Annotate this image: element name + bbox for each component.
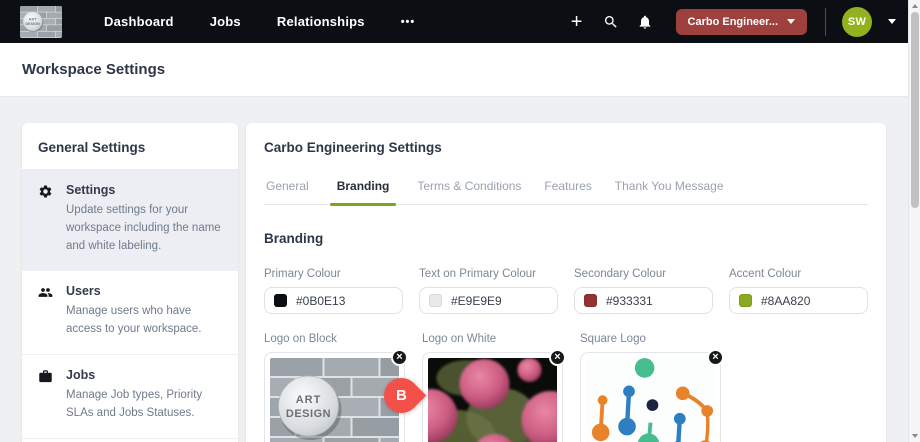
svg-text:ART: ART [296,394,322,406]
page-scrollbar[interactable] [908,0,920,442]
search-icon [603,14,619,30]
sidebar-item-label: Users [66,284,222,298]
scrollbar-down-arrow[interactable] [909,430,920,442]
logo-field-label: Logo on Block [264,333,405,345]
logo-field-label: Logo on White [422,333,563,345]
svg-text:ART: ART [29,17,38,21]
sidebar-item-users[interactable]: Users Manage users who have access to yo… [22,271,238,355]
close-icon: × [712,352,718,363]
color-hex-value: #8AA820 [761,294,810,308]
color-field-primary: Primary Colour #0B0E13 [264,268,403,314]
settings-sidebar: General Settings Settings Update setting… [22,123,238,442]
secondary-colour-input[interactable]: #933331 [574,287,713,314]
sidebar-item-jobs[interactable]: Jobs Manage Job types, Priority SLAs and… [22,355,238,439]
svg-text:DESIGN: DESIGN [25,21,40,25]
page-header: Workspace Settings [0,43,920,97]
plus-icon: + [571,12,583,32]
briefcase-icon [38,368,56,423]
color-hex-value: #E9E9E9 [451,294,502,308]
text-on-primary-colour-input[interactable]: #E9E9E9 [419,287,558,314]
chevron-down-icon [787,19,795,24]
color-hex-value: #933331 [606,294,653,308]
color-field-accent: Accent Colour #8AA820 [729,268,868,314]
branding-section-title: Branding [264,231,868,246]
color-swatch [584,294,597,307]
color-field-label: Accent Colour [729,268,868,280]
logo-field-block: Logo on Block [264,333,405,442]
svg-text:DESIGN: DESIGN [286,408,331,420]
search-button[interactable] [594,7,628,37]
tab-thank-you-message[interactable]: Thank You Message [613,179,726,204]
close-icon: × [554,352,560,363]
remove-logo-button[interactable]: × [707,349,724,366]
nav-more-menu[interactable]: ••• [401,16,416,28]
avatar-initials: SW [848,16,866,28]
accent-colour-input[interactable]: #8AA820 [729,287,868,314]
workspace-selector-label: Carbo Engineer... [688,16,778,28]
user-avatar[interactable]: SW [842,7,872,37]
sidebar-item-label: Settings [66,183,222,197]
close-icon: × [396,352,402,363]
scrollbar-up-arrow[interactable] [909,0,920,12]
user-menu-chevron-icon[interactable] [888,19,896,24]
logo-on-white-upload[interactable]: × [422,352,563,442]
tab-branding[interactable]: Branding [330,179,397,204]
scrollbar-thumb[interactable] [911,12,919,208]
logo-on-block-image: ART DESIGN [270,358,399,442]
remove-logo-button[interactable]: × [549,349,566,366]
sidebar-header: General Settings [22,123,238,170]
color-field-label: Secondary Colour [574,268,713,280]
triangle-up-icon [912,4,918,8]
top-navbar: ART DESIGN Dashboard Jobs Relationships … [0,0,920,43]
logo-field-label: Square Logo [580,333,721,345]
workspace-selector-button[interactable]: Carbo Engineer... [676,9,807,35]
tab-terms-conditions[interactable]: Terms & Conditions [415,179,523,204]
sidebar-title: General Settings [38,140,222,155]
color-field-label: Text on Primary Colour [419,268,558,280]
users-icon [38,284,56,339]
nav-divider [825,8,826,36]
logo-on-white-image [428,358,557,442]
brand-logos-grid: Logo on Block [264,333,868,442]
color-swatch [429,294,442,307]
settings-main-panel: Carbo Engineering Settings General Brand… [246,123,886,442]
color-swatch [739,294,752,307]
bell-icon [637,14,653,30]
workspace-settings-title: Carbo Engineering Settings [264,140,868,155]
color-field-secondary: Secondary Colour #933331 [574,268,713,314]
add-button[interactable]: + [560,7,594,37]
square-logo-image [586,358,715,442]
sidebar-item-description: Manage users who have access to your wor… [66,303,222,339]
tab-general[interactable]: General [264,179,311,204]
triangle-down-icon [912,434,918,438]
notifications-button[interactable] [628,7,662,37]
nav-link-relationships[interactable]: Relationships [277,14,365,29]
sidebar-item-description: Update settings for your workspace inclu… [66,202,222,255]
sidebar-item-label: Jobs [66,368,222,382]
primary-colour-input[interactable]: #0B0E13 [264,287,403,314]
color-swatch [274,294,287,307]
content-area: General Settings Settings Update setting… [22,123,886,442]
square-logo-upload[interactable]: × [580,352,721,442]
nav-link-jobs[interactable]: Jobs [210,14,241,29]
nav-links: Dashboard Jobs Relationships ••• [104,14,415,29]
brick-logo-image: ART DESIGN [20,6,62,38]
color-field-label: Primary Colour [264,268,403,280]
workspace-logo[interactable]: ART DESIGN [20,6,62,38]
brand-colors-grid: Primary Colour #0B0E13 Text on Primary C… [264,268,868,314]
gear-icon [38,183,56,255]
color-field-text-on-primary: Text on Primary Colour #E9E9E9 [419,268,558,314]
settings-tabs: General Branding Terms & Conditions Feat… [264,179,868,205]
page-title: Workspace Settings [22,61,165,78]
color-hex-value: #0B0E13 [296,294,345,308]
logo-field-white: Logo on White [422,333,563,442]
nav-right-cluster: + Carbo Engineer... SW [560,7,896,37]
logo-field-square: Square Logo [580,333,721,442]
sidebar-item-settings[interactable]: Settings Update settings for your worksp… [22,170,238,271]
nav-link-dashboard[interactable]: Dashboard [104,14,174,29]
sidebar-item-description: Manage Job types, Priority SLAs and Jobs… [66,387,222,423]
remove-logo-button[interactable]: × [391,349,408,366]
collaborator-cursor-label: B [396,387,407,404]
tab-features[interactable]: Features [542,179,593,204]
